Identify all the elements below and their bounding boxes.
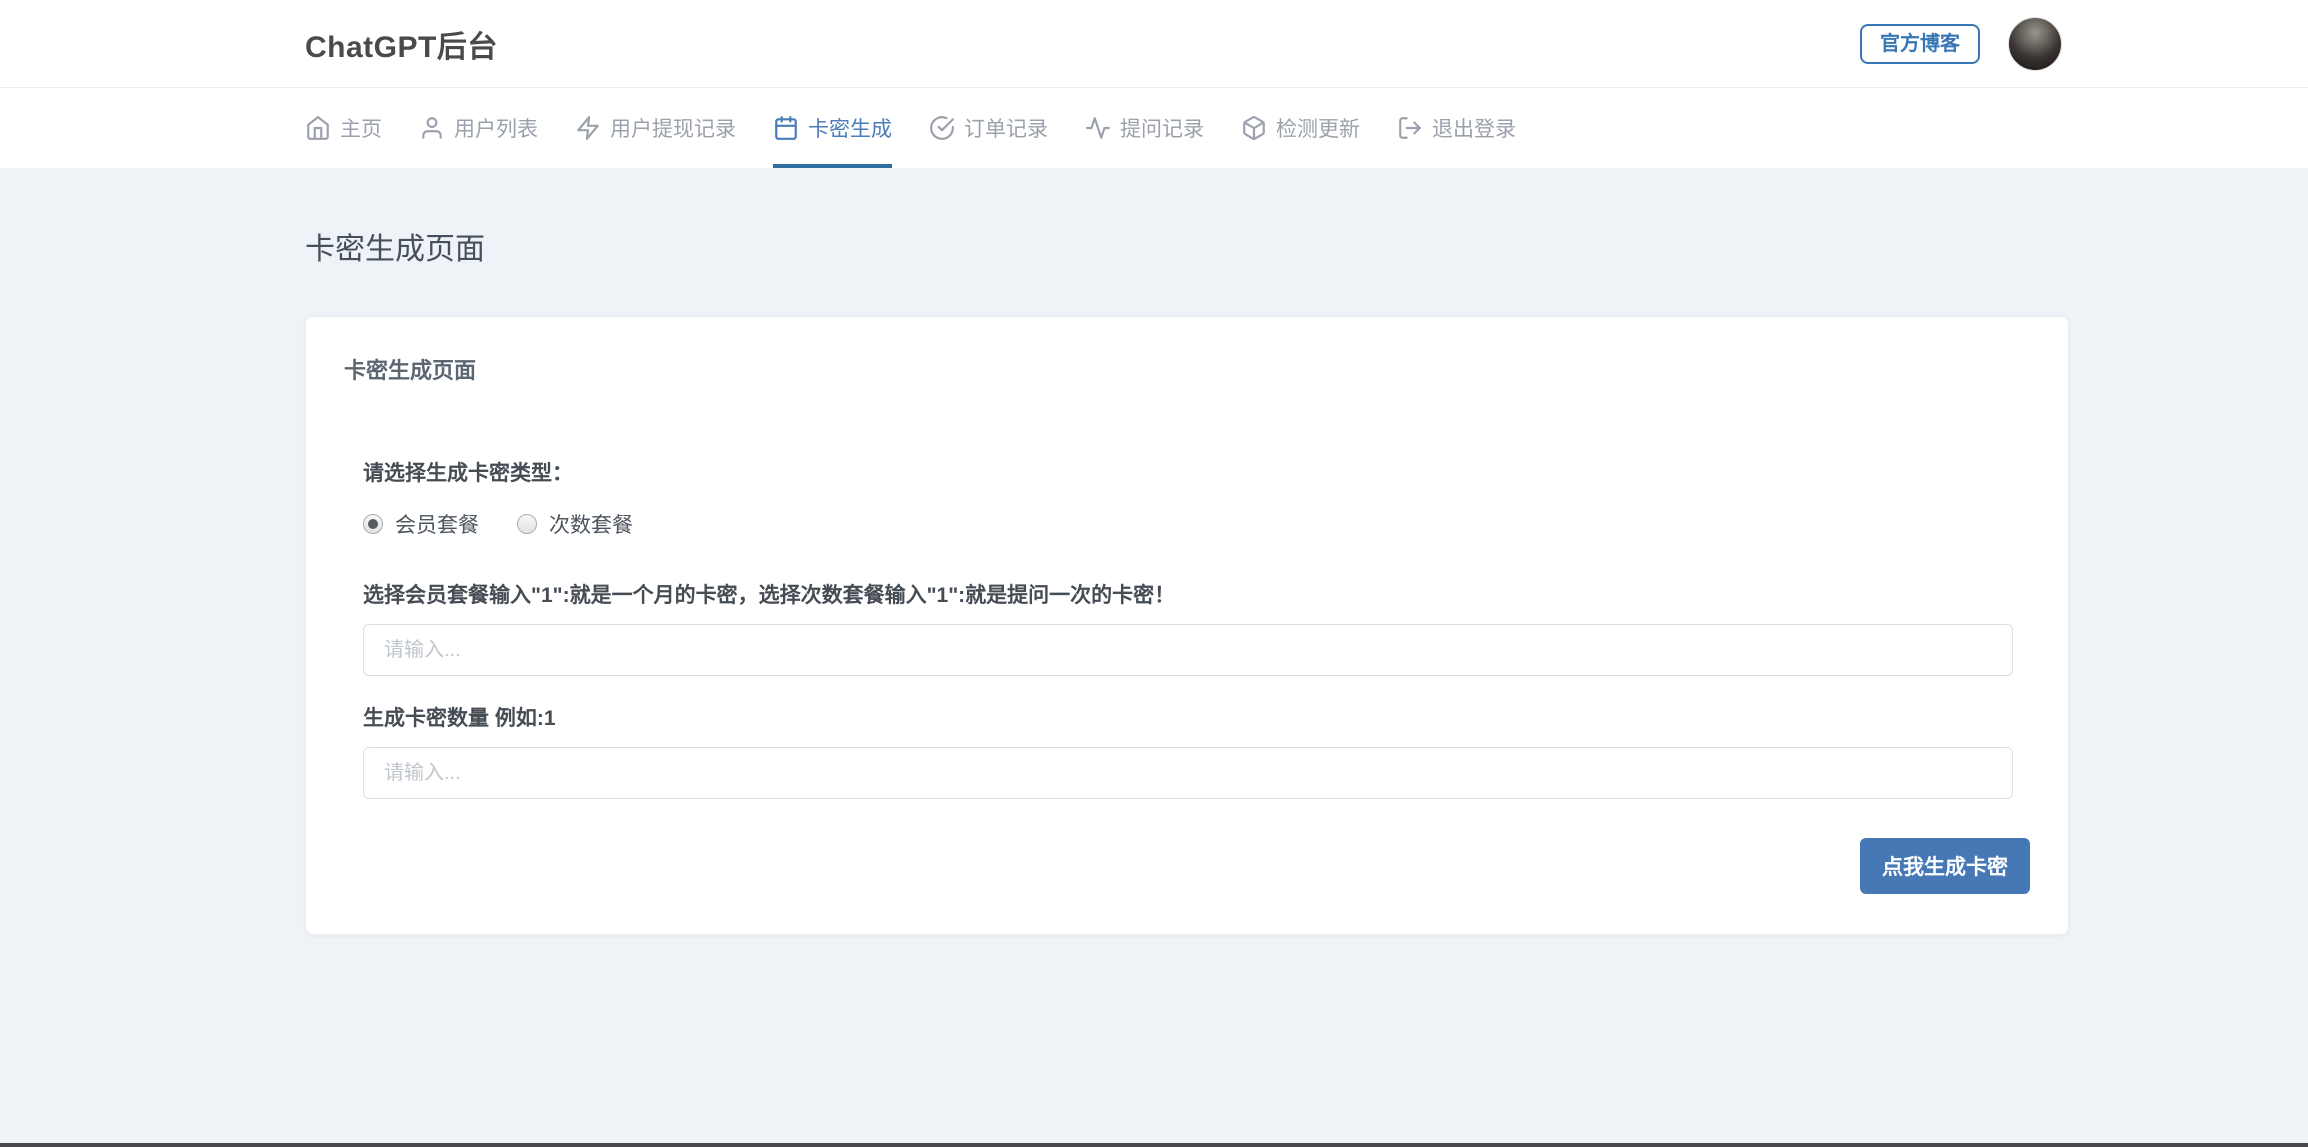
- logout-icon: [1397, 115, 1423, 141]
- calendar-icon: [773, 115, 799, 141]
- app-title: ChatGPT后台: [305, 30, 498, 64]
- radio-label: 次数套餐: [549, 514, 633, 537]
- nav-item-card-key-generate[interactable]: 卡密生成: [773, 88, 892, 168]
- nav-item-label: 订单记录: [964, 118, 1048, 141]
- nav-item-label: 卡密生成: [808, 118, 892, 141]
- nav-item-home[interactable]: 主页: [305, 88, 382, 168]
- radio-selected-icon[interactable]: [363, 514, 383, 534]
- nav-item-label: 用户提现记录: [610, 118, 736, 141]
- nav-item-order-records[interactable]: 订单记录: [929, 88, 1048, 168]
- card-key-form: 请选择生成卡密类型： 会员套餐 次数套餐 选择会员套餐输入"1":就是一个月的卡…: [306, 457, 2068, 894]
- nav-item-label: 退出登录: [1432, 118, 1516, 141]
- header-right-group: 官方博客: [1860, 16, 2062, 71]
- page-title: 卡密生成页面: [305, 233, 485, 266]
- user-icon: [419, 115, 445, 141]
- home-icon: [305, 115, 331, 141]
- bottom-edge-strip: [0, 1143, 2308, 1147]
- nav-item-withdraw-records[interactable]: 用户提现记录: [575, 88, 736, 168]
- key-count-input[interactable]: [363, 747, 2013, 799]
- radio-member-package[interactable]: 会员套餐: [363, 509, 479, 539]
- key-value-label: 选择会员套餐输入"1":就是一个月的卡密，选择次数套餐输入"1":就是提问一次的…: [363, 584, 1176, 607]
- key-type-radio-group: 会员套餐 次数套餐: [363, 509, 2013, 539]
- card-title: 卡密生成页面: [344, 358, 477, 383]
- submit-button-row: 点我生成卡密: [363, 838, 2030, 894]
- radio-unselected-icon[interactable]: [517, 514, 537, 534]
- box-icon: [1241, 115, 1267, 141]
- nav-item-label: 用户列表: [454, 118, 538, 141]
- nav-item-logout[interactable]: 退出登录: [1397, 88, 1516, 168]
- key-count-label: 生成卡密数量 例如:1: [363, 707, 556, 730]
- nav-item-user-list[interactable]: 用户列表: [419, 88, 538, 168]
- check-circle-icon: [929, 115, 955, 141]
- nav-item-question-records[interactable]: 提问记录: [1085, 88, 1204, 168]
- key-value-input[interactable]: [363, 624, 2013, 676]
- nav-item-check-update[interactable]: 检测更新: [1241, 88, 1360, 168]
- nav-items-container: 主页 用户列表 用户提现记录 卡密生成 订单记录 提问记录 检测更新 退出登录: [305, 88, 2308, 168]
- app-header: ChatGPT后台 官方博客: [0, 0, 2308, 88]
- radio-times-package[interactable]: 次数套餐: [517, 509, 633, 539]
- generate-key-button[interactable]: 点我生成卡密: [1860, 838, 2030, 894]
- nav-item-label: 主页: [340, 118, 382, 141]
- zap-icon: [575, 115, 601, 141]
- user-avatar[interactable]: [2008, 16, 2062, 71]
- official-blog-button[interactable]: 官方博客: [1860, 23, 1980, 64]
- key-type-label: 请选择生成卡密类型：: [363, 462, 573, 485]
- main-content: 卡密生成页面 卡密生成页面 请选择生成卡密类型： 会员套餐 次数套餐 选择会员套…: [0, 169, 2308, 935]
- main-nav: 主页 用户列表 用户提现记录 卡密生成 订单记录 提问记录 检测更新 退出登录: [0, 88, 2308, 169]
- activity-icon: [1085, 115, 1111, 141]
- card-key-generate-panel: 卡密生成页面 请选择生成卡密类型： 会员套餐 次数套餐 选择会员套餐输入"1":…: [305, 316, 2069, 935]
- radio-label: 会员套餐: [395, 514, 479, 537]
- nav-item-label: 提问记录: [1120, 118, 1204, 141]
- nav-item-label: 检测更新: [1276, 118, 1360, 141]
